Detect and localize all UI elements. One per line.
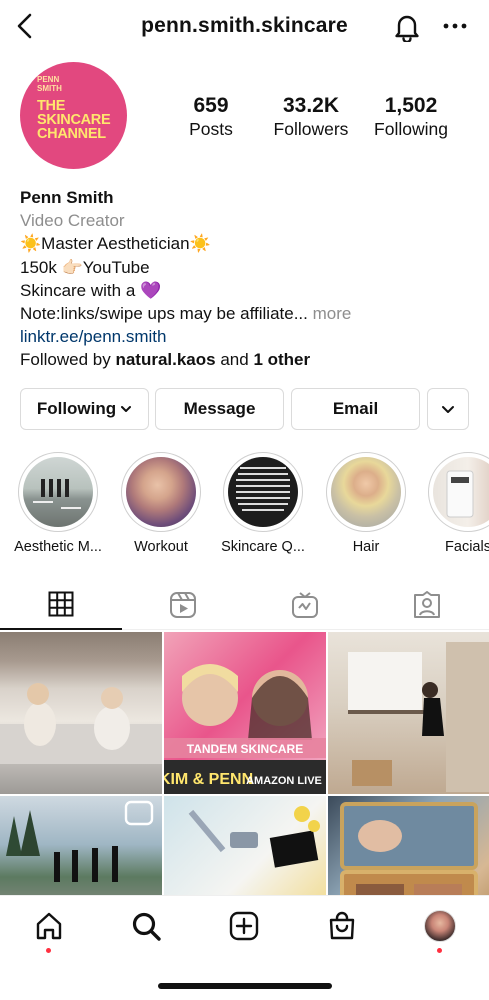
profile-website-link[interactable]: linktr.ee/penn.smith xyxy=(20,325,480,348)
bio-line-youtube: 150k 👉🏻YouTube xyxy=(20,257,150,277)
message-button-label: Message xyxy=(183,399,256,418)
post-tile[interactable]: TANDEM SKINCARE KIM & PENN AMAZON LIVE xyxy=(164,632,326,794)
followed-by-and: and xyxy=(220,350,249,370)
chevron-down-icon xyxy=(442,405,454,413)
followed-by-user: natural.kaos xyxy=(115,350,216,370)
highlight-cover-image xyxy=(126,457,196,527)
tab-grid[interactable] xyxy=(0,580,122,630)
reels-icon xyxy=(170,592,196,618)
top-bar: penn.smith.skincare xyxy=(0,0,489,56)
following-button-label: Following xyxy=(36,399,117,418)
following-button[interactable]: Following xyxy=(20,388,149,430)
highlight-label: Workout xyxy=(134,539,188,555)
email-button-label: Email xyxy=(332,399,379,418)
profile-avatar[interactable]: PENN SMITH THE SKINCARE CHANNEL xyxy=(20,62,127,169)
following-label: Following xyxy=(374,119,448,139)
message-button[interactable]: Message xyxy=(155,388,284,430)
home-notification-dot xyxy=(46,948,51,953)
following-stat[interactable]: 1,502 Following xyxy=(368,94,454,140)
highlight-ring xyxy=(428,452,489,532)
bio-line-note: Note:links/swipe ups may be affiliate...… xyxy=(20,302,480,325)
notification-bell-icon[interactable] xyxy=(393,12,421,42)
followers-count: 33.2K xyxy=(282,94,340,117)
bio-line-aesthetician: ☀️Master Aesthetician☀️ xyxy=(20,234,211,254)
highlight-cover-image xyxy=(433,457,489,527)
highlight-label: Facials xyxy=(445,539,489,555)
tagged-person-icon xyxy=(414,591,440,618)
profile-notification-dot xyxy=(437,948,442,953)
post-image-tandem-skincare: TANDEM SKINCARE KIM & PENN AMAZON LIVE xyxy=(164,664,326,794)
followed-by-other: 1 other xyxy=(253,350,311,370)
post-text-kim-penn: KIM & PENN xyxy=(164,771,253,788)
highlight-skincare-q[interactable]: Skincare Q... xyxy=(215,452,311,556)
create-post-icon[interactable] xyxy=(228,910,260,942)
post-image-woman-desk xyxy=(348,642,489,792)
text-lines-image xyxy=(236,467,290,511)
posts-stat[interactable]: 659 Posts xyxy=(180,94,242,140)
post-tile[interactable] xyxy=(0,632,162,794)
highlight-cover-image xyxy=(228,457,298,527)
post-tile[interactable] xyxy=(328,632,489,794)
post-text-tandem: TANDEM SKINCARE xyxy=(187,742,303,756)
tab-reels[interactable] xyxy=(122,580,244,630)
profile-tabs xyxy=(0,580,489,630)
highlight-label: Hair xyxy=(352,539,380,555)
profile-avatar-tab-icon[interactable] xyxy=(424,910,456,942)
bio-more-link[interactable]: more xyxy=(313,304,352,323)
profile-category: Video Creator xyxy=(20,211,125,231)
shop-bag-icon[interactable] xyxy=(326,910,358,942)
followers-stat[interactable]: 33.2K Followers xyxy=(268,94,354,140)
highlight-aesthetic[interactable]: Aesthetic M... xyxy=(10,452,106,556)
following-count: 1,502 xyxy=(384,94,438,117)
chevron-down-icon xyxy=(121,406,132,412)
email-button[interactable]: Email xyxy=(291,388,420,430)
highlight-cover-image xyxy=(331,457,401,527)
profile-name: Penn Smith xyxy=(20,188,114,207)
highlight-facials[interactable]: Facials xyxy=(420,452,489,556)
highlight-ring xyxy=(326,452,406,532)
followers-label: Followers xyxy=(273,119,349,139)
grid-icon xyxy=(48,591,74,617)
highlight-ring xyxy=(223,452,303,532)
product-bottle-image xyxy=(446,470,474,518)
highlight-ring xyxy=(18,452,98,532)
search-icon[interactable] xyxy=(130,910,162,942)
avatar-logo-penn-smith: PENN SMITH xyxy=(37,75,62,93)
highlight-workout[interactable]: Workout xyxy=(113,452,209,556)
followed-by-prefix: Followed by xyxy=(20,350,111,370)
tab-igtv[interactable] xyxy=(244,580,366,630)
highlight-ring xyxy=(121,452,201,532)
avatar-logo-channel: THE SKINCARE CHANNEL xyxy=(37,98,111,142)
home-indicator xyxy=(158,983,332,989)
highlight-hair[interactable]: Hair xyxy=(318,452,414,556)
bio-line-skincare: Skincare with a 💜 xyxy=(20,280,162,300)
home-icon[interactable] xyxy=(33,910,65,942)
posts-label: Posts xyxy=(189,119,233,139)
people-figures-image xyxy=(33,479,81,509)
profile-bio: Penn Smith Video Creator ☀️Master Aesthe… xyxy=(20,186,480,372)
more-options-icon[interactable] xyxy=(442,16,468,36)
post-image-women-couch xyxy=(0,683,162,764)
followed-by[interactable]: Followed by natural.kaos and 1 other xyxy=(20,348,480,371)
tab-tagged[interactable] xyxy=(366,580,488,630)
highlight-cover-image xyxy=(23,457,93,527)
highlight-label: Skincare Q... xyxy=(221,539,305,555)
highlight-label: Aesthetic M... xyxy=(14,539,102,555)
post-text-amazon-live: AMAZON LIVE xyxy=(246,775,322,787)
bio-note-text: Note:links/swipe ups may be affiliate... xyxy=(20,304,308,324)
suggested-accounts-button[interactable] xyxy=(427,388,469,430)
posts-count: 659 xyxy=(193,94,229,117)
reel-indicator-icon xyxy=(124,800,154,826)
igtv-icon xyxy=(292,592,318,618)
